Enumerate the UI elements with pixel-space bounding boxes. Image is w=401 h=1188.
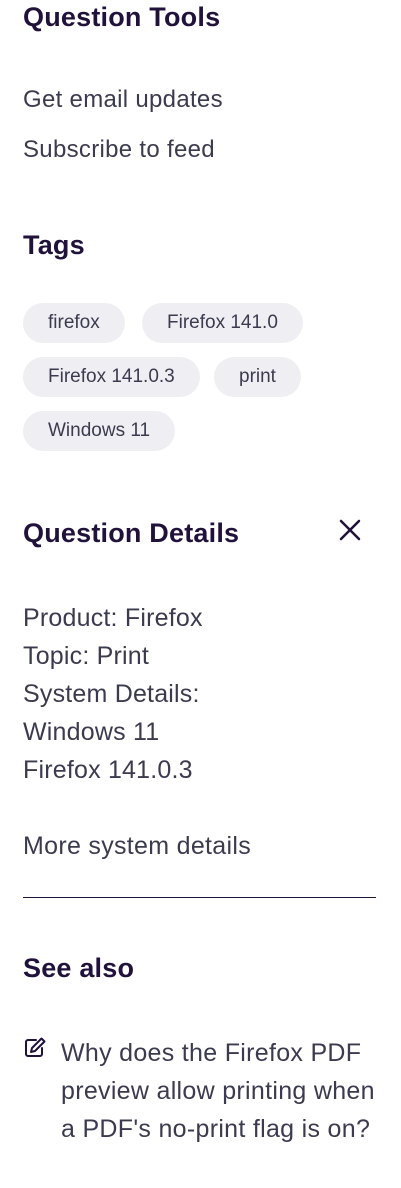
see-also-link[interactable]: Why does the Firefox PDF preview allow p…: [61, 1034, 381, 1148]
more-system-details-link[interactable]: More system details: [23, 832, 251, 861]
subscribe-feed-link[interactable]: Subscribe to feed: [23, 136, 215, 164]
product-detail: Product: Firefox: [23, 604, 203, 632]
question-details-heading: Question Details: [23, 518, 240, 548]
see-also-heading: See also: [23, 953, 135, 983]
close-icon[interactable]: [338, 516, 362, 544]
question-tools-heading: Question Tools: [23, 2, 221, 32]
question-details-header: Question Details: [23, 516, 376, 552]
tag-windows-11[interactable]: Windows 11: [23, 411, 176, 451]
tag-firefox[interactable]: firefox: [23, 303, 125, 343]
topic-detail: Topic: Print: [23, 642, 150, 670]
system-details-label: System Details:: [23, 680, 200, 708]
tag-firefox-141-0[interactable]: Firefox 141.0: [142, 303, 303, 343]
tag-print[interactable]: print: [214, 357, 301, 397]
tags-heading: Tags: [23, 230, 85, 260]
get-email-updates-link[interactable]: Get email updates: [23, 86, 223, 114]
browser-detail: Firefox 141.0.3: [23, 756, 193, 784]
os-detail: Windows 11: [23, 718, 160, 746]
divider: [23, 897, 376, 898]
tag-firefox-141-0-3[interactable]: Firefox 141.0.3: [23, 357, 200, 397]
edit-icon: [23, 1036, 47, 1060]
